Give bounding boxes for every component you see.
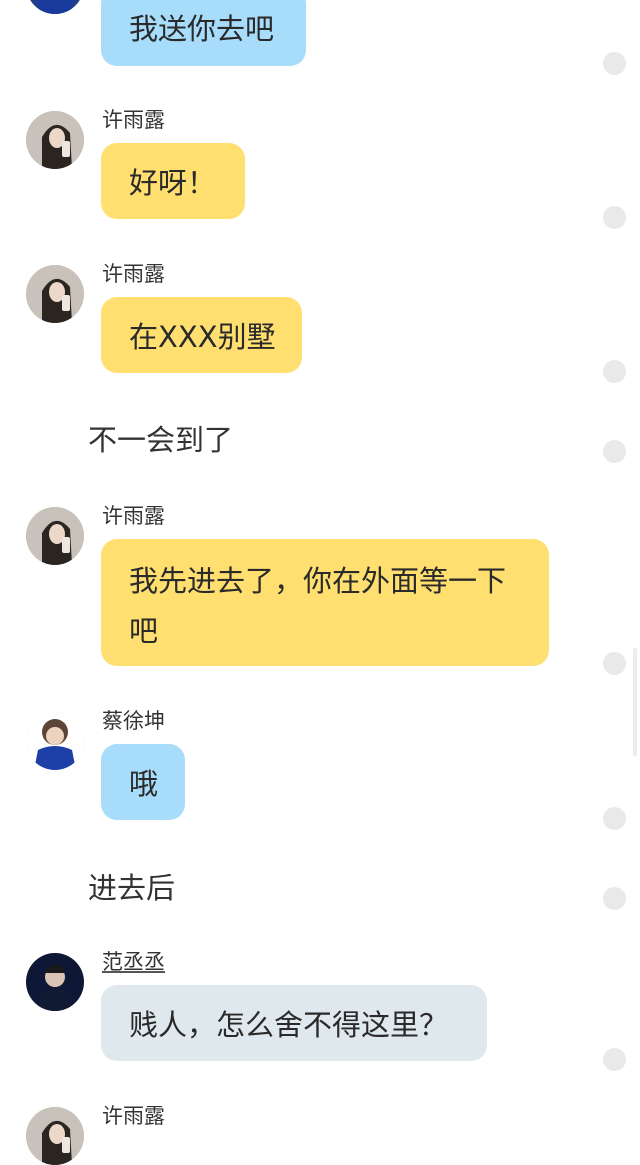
avatar-xuyulu[interactable]: [26, 507, 84, 565]
message-bubble[interactable]: 我先进去了，你在外面等一下吧: [101, 539, 549, 666]
sender-name: 范丞丞: [102, 950, 165, 974]
message-action-dot[interactable]: [603, 1048, 626, 1071]
sender-name: 许雨露: [102, 262, 165, 286]
message-bubble[interactable]: 好呀！: [101, 143, 245, 219]
message-text: 贱人，怎么舍不得这里？: [129, 1008, 449, 1042]
sender-name-text: 范丞丞: [102, 950, 165, 974]
message-action-dot[interactable]: [603, 52, 626, 75]
scrollbar-thumb[interactable]: [633, 648, 637, 756]
message-action-dot[interactable]: [603, 887, 626, 910]
avatar-fanchengcheng[interactable]: [26, 953, 84, 1011]
avatar-caixukun[interactable]: [26, 0, 84, 14]
avatar-xuyulu[interactable]: [26, 111, 84, 169]
message-action-dot[interactable]: [603, 360, 626, 383]
avatar-xuyulu[interactable]: [26, 265, 84, 323]
message-text: 好呀！: [129, 166, 217, 200]
sender-name: 许雨露: [102, 1104, 165, 1128]
message-bubble[interactable]: 在XXX别墅: [101, 297, 302, 373]
message-action-dot[interactable]: [603, 440, 626, 463]
message-action-dot[interactable]: [603, 206, 626, 229]
message-text: 我先进去了，你在外面等一下吧: [129, 564, 507, 648]
sender-name: 许雨露: [102, 504, 165, 528]
sender-name: 蔡徐坤: [102, 709, 165, 733]
avatar-xuyulu[interactable]: [26, 1107, 84, 1165]
message-action-dot[interactable]: [603, 807, 626, 830]
chat-thread: 我送你去吧 许雨露 好呀！ 许雨露 在XXX别墅 不一会到了 许雨露 我先进去了…: [0, 0, 640, 1165]
message-text: 哦: [129, 767, 159, 801]
message-text: 我送你去吧: [129, 12, 275, 46]
message-bubble[interactable]: 贱人，怎么舍不得这里？: [101, 985, 487, 1061]
message-action-dot[interactable]: [603, 652, 626, 675]
sender-name: 许雨露: [102, 108, 165, 132]
narration-text: 进去后: [88, 871, 176, 905]
message-bubble[interactable]: 我送你去吧: [101, 0, 306, 66]
message-bubble[interactable]: 哦: [101, 744, 185, 820]
avatar-caixukun[interactable]: [26, 712, 84, 770]
narration-text: 不一会到了: [88, 423, 234, 457]
message-text: 在XXX别墅: [129, 320, 276, 354]
